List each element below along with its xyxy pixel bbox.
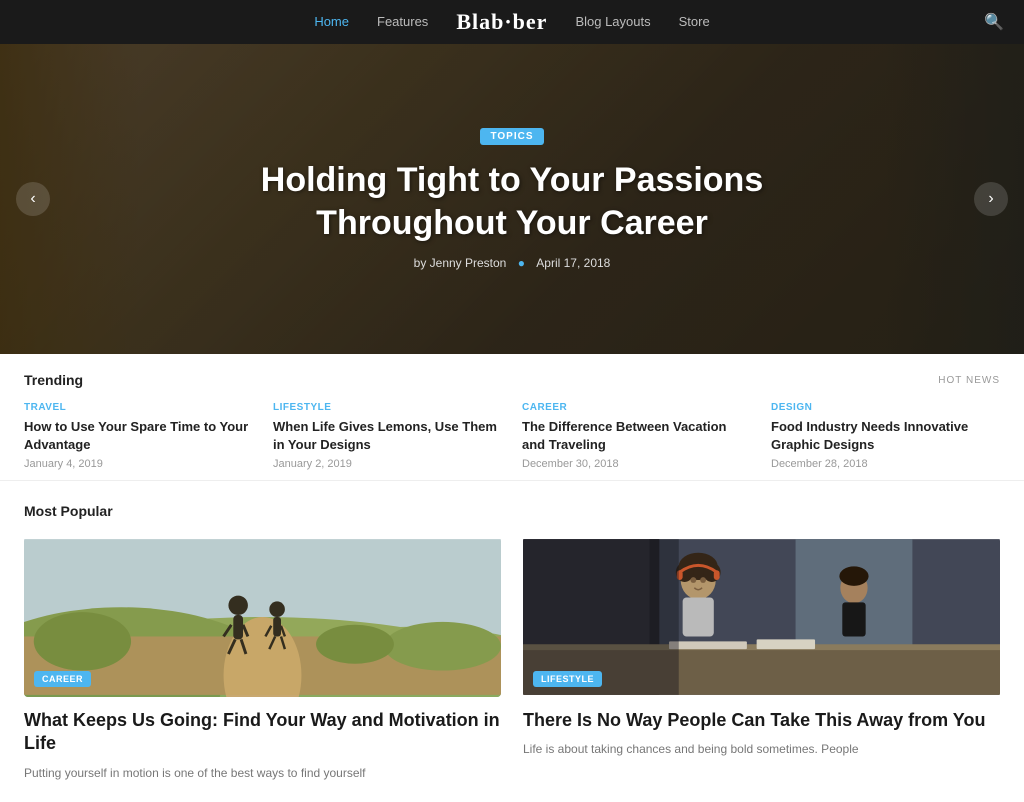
hero-next-button[interactable]: › [974, 182, 1008, 216]
hero-prev-button[interactable]: ‹ [16, 182, 50, 216]
popular-card-excerpt: Life is about taking chances and being b… [523, 740, 1000, 758]
hero-meta: by Jenny Preston ● April 17, 2018 [212, 256, 812, 270]
popular-section: Most Popular [0, 481, 1024, 802]
trending-item-date: December 28, 2018 [771, 458, 1000, 470]
trending-item: TRAVEL How to Use Your Spare Time to You… [24, 402, 253, 470]
trending-item-date: December 30, 2018 [522, 458, 751, 470]
trending-item: LIFESTYLE When Life Gives Lemons, Use Th… [273, 402, 502, 470]
trending-item-title[interactable]: When Life Gives Lemons, Use Them in Your… [273, 418, 502, 453]
hero-title: Holding Tight to Your Passions Throughou… [212, 159, 812, 244]
popular-card-title[interactable]: What Keeps Us Going: Find Your Way and M… [24, 709, 501, 756]
hero-content: TOPICS Holding Tight to Your Passions Th… [212, 128, 812, 270]
hero-dot: ● [518, 256, 525, 270]
hero-author: by Jenny Preston [414, 256, 507, 270]
popular-grid: CAREER What Keeps Us Going: Find Your Wa… [24, 537, 1000, 782]
trending-item-title[interactable]: The Difference Between Vacation and Trav… [522, 418, 751, 453]
trending-title: Trending [24, 372, 83, 388]
trending-item: CAREER The Difference Between Vacation a… [522, 402, 751, 470]
trending-category-design: DESIGN [771, 402, 1000, 413]
trending-item-title[interactable]: Food Industry Needs Innovative Graphic D… [771, 418, 1000, 453]
search-icon[interactable]: 🔍 [984, 12, 1004, 32]
popular-card: LIFESTYLE There Is No Way People Can Tak… [523, 537, 1000, 782]
popular-card-badge: LIFESTYLE [533, 671, 602, 687]
hero-badge: TOPICS [480, 128, 543, 145]
nav-link-home[interactable]: Home [314, 14, 349, 29]
trending-grid: TRAVEL How to Use Your Spare Time to You… [24, 402, 1000, 470]
nav-link-blog-layouts[interactable]: Blog Layouts [575, 14, 650, 29]
nav-link-features[interactable]: Features [377, 14, 428, 29]
site-logo: Blab·ber [456, 9, 547, 35]
popular-card-title[interactable]: There Is No Way People Can Take This Awa… [523, 709, 1000, 732]
trending-category-career: CAREER [522, 402, 751, 413]
trending-section: Trending HOT NEWS TRAVEL How to Use Your… [0, 354, 1024, 481]
popular-card-image[interactable]: LIFESTYLE [523, 537, 1000, 697]
trending-header: Trending HOT NEWS [24, 372, 1000, 388]
nav-right-links: Blog Layouts Store [575, 14, 709, 31]
trending-item-date: January 2, 2019 [273, 458, 502, 470]
trending-category-travel: TRAVEL [24, 402, 253, 413]
nav-left-links: Home Features [314, 14, 428, 31]
navigation: Home Features Blab·ber Blog Layouts Stor… [0, 0, 1024, 44]
popular-title: Most Popular [24, 503, 1000, 519]
popular-card-excerpt: Putting yourself in motion is one of the… [24, 764, 501, 782]
trending-category-lifestyle: LIFESTYLE [273, 402, 502, 413]
popular-card-image-svg [24, 537, 501, 697]
nav-link-store[interactable]: Store [679, 14, 710, 29]
popular-card-image[interactable]: CAREER [24, 537, 501, 697]
trending-item: DESIGN Food Industry Needs Innovative Gr… [771, 402, 1000, 470]
hero-date: April 17, 2018 [536, 256, 610, 270]
trending-item-date: January 4, 2019 [24, 458, 253, 470]
hot-news-label: HOT NEWS [938, 375, 1000, 386]
trending-item-title[interactable]: How to Use Your Spare Time to Your Advan… [24, 418, 253, 453]
popular-card: CAREER What Keeps Us Going: Find Your Wa… [24, 537, 501, 782]
hero-section: ‹ TOPICS Holding Tight to Your Passions … [0, 44, 1024, 354]
popular-card-badge: CAREER [34, 671, 91, 687]
